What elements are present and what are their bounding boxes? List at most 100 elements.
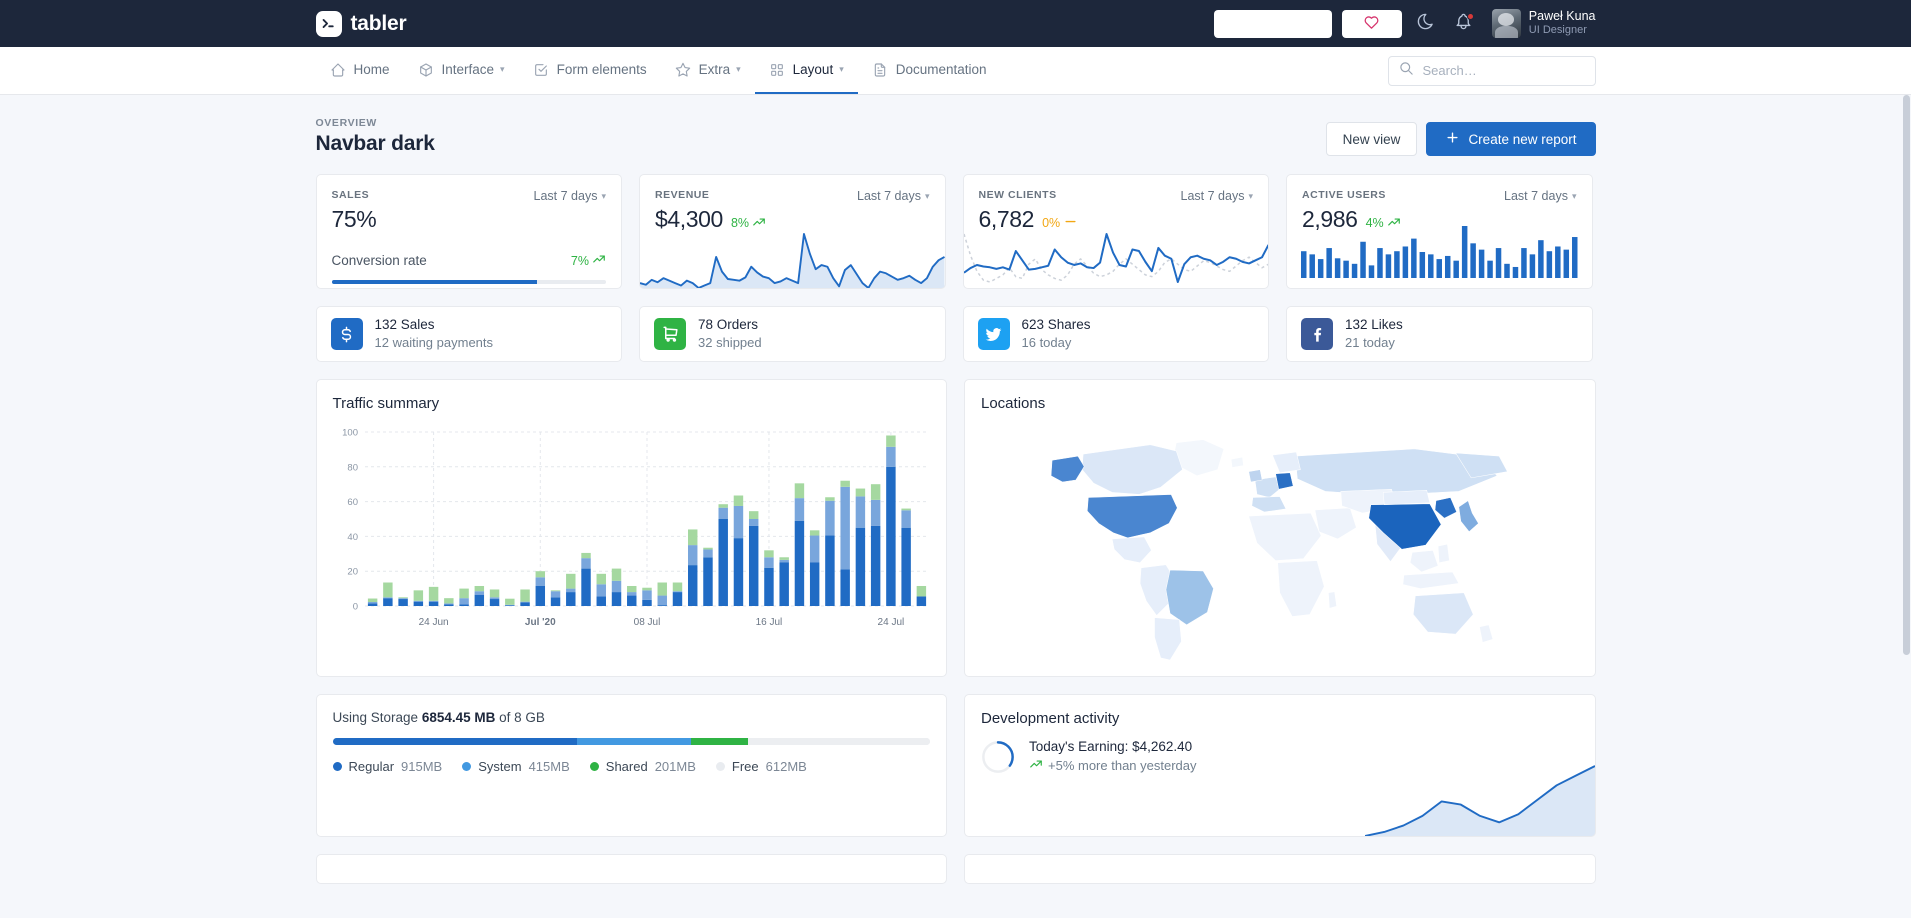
bar-segment bbox=[458, 588, 469, 599]
bar-segment bbox=[809, 535, 819, 563]
map-region[interactable] bbox=[1248, 512, 1322, 561]
traffic-summary-chart: 0 20 40 60 80 100 24 Jun Jul '20 08 Jul 16 Jul 24 … bbox=[333, 424, 931, 639]
notifications-button[interactable] bbox=[1450, 10, 1478, 38]
bar-segment bbox=[916, 585, 926, 597]
nav-label-interface: Interface bbox=[441, 62, 495, 77]
map-region[interactable] bbox=[1277, 560, 1325, 617]
storage-segment-free bbox=[747, 738, 930, 745]
user-menu[interactable]: Paweł Kuna UI Designer bbox=[1491, 9, 1596, 38]
storage-suffix: of 8 GB bbox=[495, 710, 545, 725]
trending-up-icon bbox=[1029, 757, 1043, 777]
sponsor-button[interactable] bbox=[1341, 9, 1402, 38]
mini-stats-row: 132 Sales 12 waiting payments 78 Orders … bbox=[315, 306, 1596, 362]
storage-legend: Regular 915MB System 415MB Shared 201MB bbox=[332, 759, 931, 774]
bar-segment bbox=[565, 588, 576, 593]
header-blank-button[interactable] bbox=[1213, 9, 1332, 38]
svg-text:24 Jun: 24 Jun bbox=[418, 617, 448, 628]
home-icon bbox=[330, 61, 347, 78]
facebook-icon bbox=[1301, 318, 1333, 350]
map-region[interactable] bbox=[1479, 624, 1494, 643]
new-view-label: New view bbox=[1342, 131, 1401, 147]
legend-label: System bbox=[478, 759, 522, 774]
map-region[interactable] bbox=[1434, 497, 1458, 519]
theme-toggle-button[interactable] bbox=[1412, 10, 1440, 38]
map-region[interactable] bbox=[1272, 451, 1301, 473]
bar-segment bbox=[413, 590, 423, 601]
mini-card-sales: 132 Sales 12 waiting payments bbox=[315, 306, 622, 362]
map-region[interactable] bbox=[1111, 536, 1152, 564]
nav-item-documentation[interactable]: Documentation bbox=[858, 47, 1001, 94]
search-box[interactable] bbox=[1387, 55, 1596, 86]
plus-icon bbox=[1445, 130, 1460, 148]
stat-label-sales: SALES bbox=[331, 189, 370, 201]
nav-item-layout[interactable]: Layout ▾ bbox=[754, 47, 858, 94]
mini-title-orders: 78 Orders bbox=[698, 317, 759, 333]
bar-segment bbox=[611, 568, 621, 581]
mini-card-shares: 623 Shares 16 today bbox=[962, 306, 1269, 362]
bar-segment bbox=[641, 587, 652, 591]
bar-segment bbox=[611, 580, 621, 593]
stat-label-revenue: REVENUE bbox=[655, 189, 710, 201]
map-region[interactable] bbox=[1275, 472, 1294, 490]
map-region[interactable] bbox=[1328, 591, 1337, 609]
map-region[interactable] bbox=[1251, 496, 1287, 513]
map-region[interactable] bbox=[1382, 490, 1431, 506]
storage-segment-shared bbox=[690, 738, 748, 745]
stat-period-label: Last 7 days bbox=[533, 189, 598, 203]
bar-segment bbox=[672, 582, 682, 592]
svg-text:08 Jul: 08 Jul bbox=[633, 617, 660, 628]
mini-title-shares: 623 Shares bbox=[1021, 317, 1091, 333]
bar-segment bbox=[839, 569, 850, 606]
stat-period-active-users[interactable]: Last 7 days ▾ bbox=[1504, 189, 1576, 203]
chevron-down-icon: ▾ bbox=[1248, 190, 1253, 201]
map-region[interactable] bbox=[1248, 469, 1263, 483]
create-new-report-button[interactable]: Create new report bbox=[1426, 122, 1596, 156]
map-region[interactable] bbox=[1314, 507, 1357, 540]
vertical-scrollbar[interactable] bbox=[1902, 95, 1911, 918]
star-icon bbox=[675, 61, 692, 78]
stat-period-label: Last 7 days bbox=[1180, 189, 1245, 203]
svg-text:40: 40 bbox=[347, 532, 358, 543]
bar-segment bbox=[382, 598, 393, 606]
map-region[interactable] bbox=[1437, 543, 1450, 564]
storage-title: Using Storage 6854.45 MB of 8 GB bbox=[333, 710, 931, 725]
map-region[interactable] bbox=[1050, 455, 1085, 483]
twitter-icon bbox=[977, 318, 1010, 350]
stat-period-revenue[interactable]: Last 7 days ▾ bbox=[857, 189, 929, 203]
stat-period-sales[interactable]: Last 7 days ▾ bbox=[534, 189, 606, 203]
bar-segment bbox=[717, 507, 728, 519]
scrollbar-thumb[interactable] bbox=[1903, 95, 1910, 655]
bar-segment bbox=[809, 562, 819, 606]
bar-segment bbox=[626, 585, 636, 593]
brand-name: tabler bbox=[350, 11, 407, 35]
nav-item-extra[interactable]: Extra ▾ bbox=[661, 47, 755, 94]
bar-segment bbox=[641, 590, 652, 600]
brand-logo[interactable]: tabler bbox=[315, 10, 407, 37]
map-region[interactable] bbox=[1402, 571, 1460, 589]
map-region[interactable] bbox=[1409, 550, 1439, 573]
bar-segment bbox=[824, 497, 835, 501]
development-activity-card: Development activity Today's Earning: $4… bbox=[964, 694, 1596, 837]
storage-progress-bar bbox=[332, 738, 930, 745]
map-region[interactable] bbox=[1081, 444, 1183, 495]
bar-segment bbox=[900, 510, 911, 528]
map-region[interactable] bbox=[1412, 592, 1474, 635]
map-region[interactable] bbox=[1154, 617, 1182, 660]
nav-label-home: Home bbox=[353, 62, 390, 77]
map-region[interactable] bbox=[1458, 500, 1479, 533]
nav-item-home[interactable]: Home bbox=[316, 47, 404, 94]
nav-label-documentation: Documentation bbox=[895, 62, 987, 77]
legend-color-dot bbox=[589, 762, 599, 771]
stat-period-new-clients[interactable]: Last 7 days ▾ bbox=[1181, 189, 1253, 203]
new-view-button[interactable]: New view bbox=[1325, 122, 1418, 156]
world-map[interactable] bbox=[981, 422, 1579, 660]
nav-item-form-elements[interactable]: Form elements bbox=[519, 47, 661, 94]
map-region[interactable] bbox=[1230, 456, 1244, 468]
bar-segment bbox=[778, 559, 789, 563]
nav-item-interface[interactable]: Interface ▾ bbox=[404, 47, 519, 94]
bar-segment bbox=[474, 591, 484, 595]
bar-segment bbox=[748, 525, 758, 606]
map-region[interactable] bbox=[1165, 569, 1214, 626]
map-region[interactable] bbox=[1087, 494, 1178, 539]
search-input[interactable] bbox=[1420, 62, 1585, 79]
